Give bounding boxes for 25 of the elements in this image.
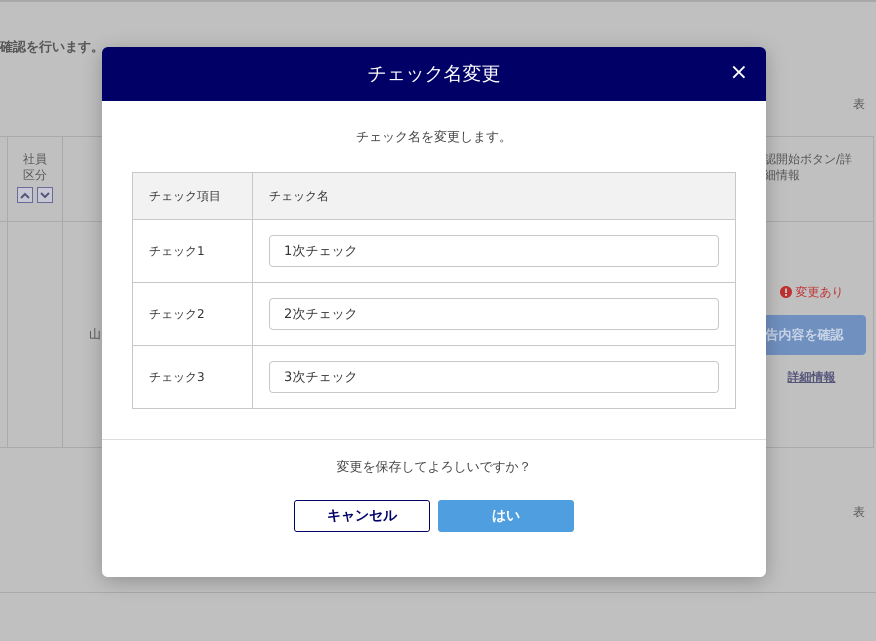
confirm-question: 変更を保存してよろしいですか？: [336, 459, 532, 476]
check-name-input[interactable]: 2次チェック: [269, 298, 719, 330]
status-text: 変更あり: [796, 284, 844, 300]
dialog-title: チェック名変更: [368, 62, 500, 87]
sort-ascending-button[interactable]: [17, 187, 33, 203]
check-item-cell: チェック2: [133, 283, 252, 346]
column-header: 社員区分: [22, 151, 48, 183]
close-button[interactable]: ×: [728, 61, 750, 85]
check-item-cell-text: チェック3: [148, 368, 206, 386]
display-label: 表: [853, 504, 865, 521]
check-name-input[interactable]: 1次チェック: [269, 235, 719, 267]
check-name-input[interactable]: 3次チェック: [269, 361, 719, 393]
chevron-up-icon: [20, 192, 30, 198]
dialog-message: チェック名を変更します。: [355, 129, 513, 146]
column-header: チェック名: [253, 173, 735, 220]
column-header: チェック項目: [133, 173, 252, 220]
chevron-down-icon: [40, 192, 50, 198]
alert-icon: [780, 286, 792, 298]
cancel-button[interactable]: キャンセル: [294, 500, 430, 532]
sort-descending-button[interactable]: [37, 187, 53, 203]
instruction-text: 確認を行います。: [0, 39, 105, 57]
display-label: 表: [853, 96, 865, 113]
details-link[interactable]: 詳細情報: [788, 368, 836, 386]
check-item-cell: チェック1: [133, 220, 252, 283]
employee-name: 山: [89, 326, 101, 343]
